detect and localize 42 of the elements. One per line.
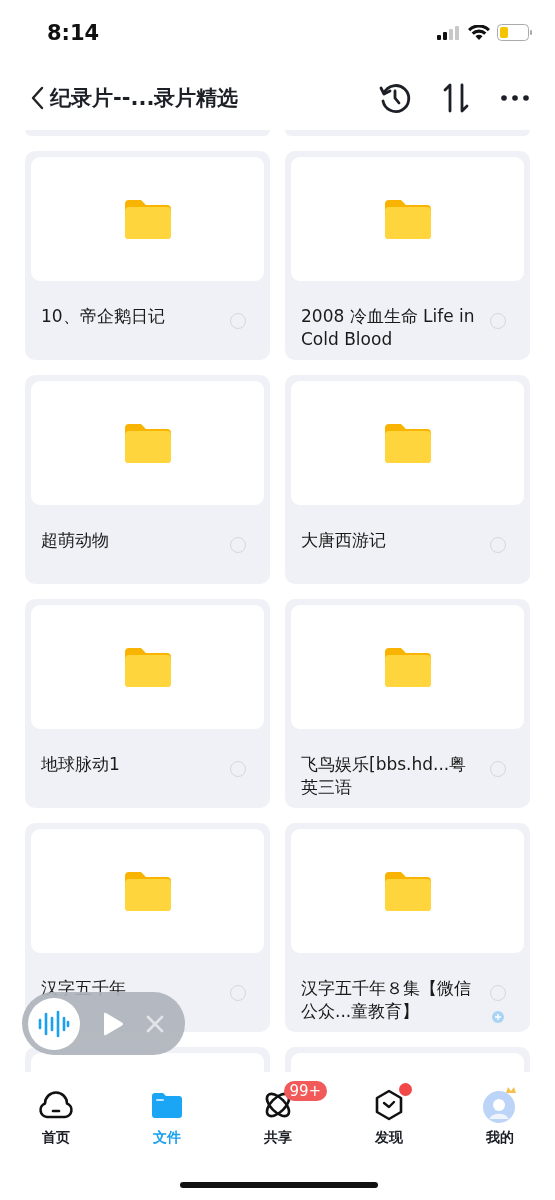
folder-name: 超萌动物 xyxy=(41,529,110,552)
signal-icon xyxy=(437,25,461,40)
tab-item[interactable]: 99+ 共享 xyxy=(222,1075,333,1160)
cloud-icon xyxy=(37,1090,74,1120)
folder-card[interactable]: 飞鸟娱乐[bbs.hd...粤英三语 xyxy=(285,599,530,808)
cube-clock-icon xyxy=(373,1089,404,1121)
folder-card[interactable]: 10、帝企鹅日记 xyxy=(25,151,270,360)
folder-icon xyxy=(124,647,171,687)
wifi-icon xyxy=(468,24,490,41)
folder-card[interactable]: 地球脉动1 xyxy=(25,599,270,808)
folder-card[interactable]: 汉字五千年８集【微信公众...童教育】 xyxy=(285,823,530,1032)
folder-icon xyxy=(124,423,171,463)
folder-name: 汉字五千年８集【微信公众...童教育】 xyxy=(301,977,472,1023)
folder-name: 大唐西游记 xyxy=(301,529,387,552)
tab-item[interactable]: 我的 xyxy=(444,1075,555,1160)
folder-icon xyxy=(384,871,431,911)
battery-icon xyxy=(497,24,533,41)
folder-icon xyxy=(151,1092,182,1118)
folder-card[interactable]: 大唐西游记 xyxy=(285,375,530,584)
folder-icon xyxy=(124,871,171,911)
play-icon[interactable] xyxy=(102,1011,124,1036)
folder-card[interactable]: 2008 冷血生命 Life in Cold Blood xyxy=(285,151,530,360)
status-time: 8:14 xyxy=(47,20,100,45)
folder-icon xyxy=(384,423,431,463)
avatar-icon xyxy=(481,1087,518,1123)
folder-name: 飞鸟娱乐[bbs.hd...粤英三语 xyxy=(301,753,468,799)
folder-icon xyxy=(384,199,431,239)
folder-name: 2008 冷血生命 Life in Cold Blood xyxy=(301,305,476,351)
folder-title: 纪录片--...录片精选 xyxy=(50,84,240,112)
folder-icon xyxy=(384,647,431,687)
count-badge: 99+ xyxy=(283,1081,328,1101)
folder-card[interactable]: 超萌动物 xyxy=(25,375,270,584)
folder-name: 汉字五千年 xyxy=(41,977,127,1000)
audio-wave-icon xyxy=(28,997,80,1050)
more-icon[interactable] xyxy=(500,93,530,102)
folder-icon xyxy=(124,199,171,239)
folder-name: 地球脉动1 xyxy=(41,753,121,776)
close-icon[interactable] xyxy=(146,1014,164,1033)
add-icon xyxy=(492,1010,504,1023)
folder-name: 10、帝企鹅日记 xyxy=(41,305,166,328)
tab-item[interactable]: 发现 xyxy=(333,1075,444,1160)
tab-item[interactable]: 首页 xyxy=(0,1075,111,1160)
